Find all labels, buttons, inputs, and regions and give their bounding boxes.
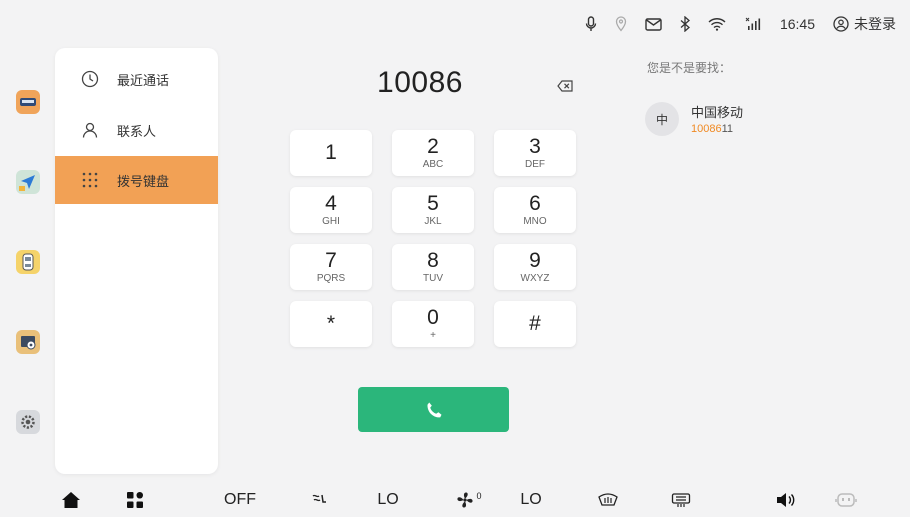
key-0[interactable]: 0 +	[392, 301, 474, 347]
sidebar-item-recent-calls[interactable]: 最近通话	[55, 55, 218, 103]
key-1[interactable]: 1	[290, 130, 372, 176]
key-5[interactable]: 5 JKL	[392, 187, 474, 233]
backspace-icon	[557, 80, 573, 92]
apps-grid-icon	[127, 491, 143, 508]
temperature-right[interactable]: LO	[513, 482, 549, 517]
suggestion-title: 您是不是要找：	[647, 61, 732, 75]
key-6[interactable]: 6 MNO	[494, 187, 576, 233]
volume-button[interactable]	[772, 482, 800, 517]
seat-airflow-button[interactable]	[306, 482, 332, 517]
rear-defrost-button[interactable]	[667, 482, 695, 517]
apps-button[interactable]	[122, 482, 148, 517]
sidebar-item-label: 拨号键盘	[117, 173, 170, 189]
fan-icon	[457, 491, 474, 508]
temperature-left[interactable]: LO	[370, 482, 406, 517]
contact-name: 中国移动	[691, 105, 744, 120]
rear-defrost-icon	[671, 492, 691, 507]
number-rest: 11	[721, 123, 734, 135]
suggested-contact[interactable]: 中 中国移动 1008611	[645, 100, 845, 140]
login-status-label: 未登录	[854, 16, 896, 32]
home-button[interactable]	[58, 482, 84, 517]
assistant-robot-icon	[835, 492, 857, 507]
sidebar-item-label: 联系人	[117, 123, 157, 139]
message-icon[interactable]	[645, 17, 662, 31]
bottom-bar: OFF LO 0 LO	[0, 482, 910, 517]
key-3[interactable]: 3 DEF	[494, 130, 576, 176]
wifi-icon[interactable]	[708, 17, 726, 31]
microphone-icon[interactable]	[585, 16, 597, 32]
key-7[interactable]: 7 PQRS	[290, 244, 372, 290]
location-icon[interactable]	[615, 16, 627, 32]
key-hash[interactable]: #	[494, 301, 576, 347]
key-2[interactable]: 2 ABC	[392, 130, 474, 176]
contact-number: 1008611	[691, 123, 733, 135]
key-9[interactable]: 9 WXYZ	[494, 244, 576, 290]
backspace-button[interactable]	[556, 77, 574, 95]
sidebar-item-label: 最近通话	[117, 72, 170, 88]
fan-speed-control[interactable]: 0	[452, 482, 486, 517]
dialed-number: 10086	[377, 66, 463, 99]
signal-icon	[744, 17, 762, 31]
number-match-highlight: 10086	[691, 123, 722, 135]
avatar: 中	[645, 102, 679, 136]
account-status[interactable]: 未登录	[833, 14, 896, 34]
bluetooth-icon[interactable]	[680, 16, 690, 32]
call-button[interactable]	[358, 387, 509, 432]
key-star[interactable]: *	[290, 301, 372, 347]
call-sidebar: 最近通话 联系人 拨号键盘	[55, 48, 218, 474]
front-defrost-icon	[598, 492, 618, 506]
user-icon	[833, 16, 849, 32]
home-icon	[62, 491, 80, 508]
key-4[interactable]: 4 GHI	[290, 187, 372, 233]
volume-icon	[777, 492, 795, 507]
vehicle-app-icon[interactable]	[16, 250, 40, 274]
media-app-icon[interactable]	[16, 330, 40, 354]
airflow-seat-icon	[312, 494, 326, 503]
fan-level-value: 0	[476, 490, 482, 501]
app-rail	[0, 48, 56, 468]
ac-toggle[interactable]: OFF	[222, 482, 258, 517]
sidebar-item-dialpad[interactable]: 拨号键盘	[55, 156, 218, 204]
clock-icon	[81, 70, 99, 88]
person-icon	[82, 122, 98, 138]
phone-icon	[426, 402, 441, 417]
sidebar-item-contacts[interactable]: 联系人	[55, 106, 218, 154]
settings-app-icon[interactable]	[16, 410, 40, 434]
assistant-button[interactable]	[832, 482, 860, 517]
front-defrost-button[interactable]	[594, 482, 622, 517]
status-bar: 16:45 未登录	[0, 0, 910, 48]
dialpad-icon	[82, 172, 98, 188]
clock-time: 16:45	[779, 16, 815, 32]
car-app-icon[interactable]	[16, 90, 40, 114]
key-8[interactable]: 8 TUV	[392, 244, 474, 290]
navigation-app-icon[interactable]	[16, 170, 40, 194]
